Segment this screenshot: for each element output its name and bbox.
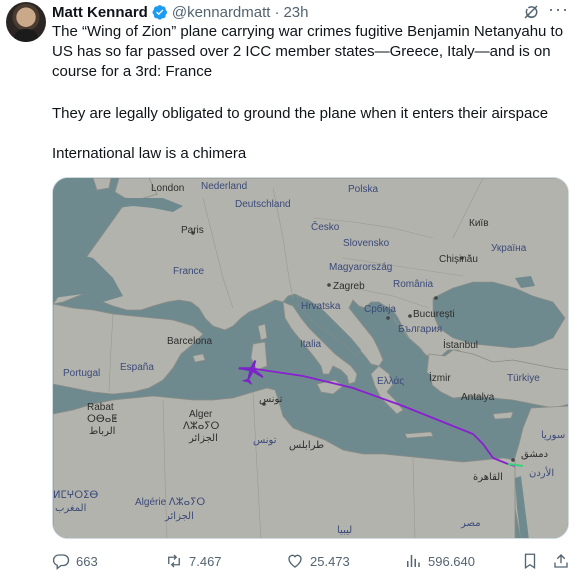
map-label-bulgaria: България	[398, 324, 442, 335]
like-count: 25.473	[310, 553, 350, 569]
map-label-kyiv: Київ	[469, 218, 489, 229]
map-label-alger: Alger	[189, 409, 213, 420]
map-label-romania: România	[393, 279, 433, 290]
separator-dot: ·	[274, 3, 280, 21]
tweet-actions: 663 7.467 25.473 596.640	[52, 550, 572, 572]
map-label-paris: Paris	[181, 225, 204, 236]
bookmark-button[interactable]	[521, 550, 539, 572]
map-label-bucuresti: București	[413, 309, 455, 320]
tweet-text-paragraph-3: International law is a chimera	[52, 145, 247, 162]
map-label-france: France	[173, 266, 205, 277]
map-label-alger-tif: ⴷⵣⴰⵢⵔ	[183, 421, 220, 432]
map-label-italia: Italia	[300, 339, 322, 350]
map-label-srbija: Србија	[364, 303, 396, 315]
map-label-rabat: Rabat	[87, 402, 114, 413]
map-label-chisinau: Chișinău	[439, 254, 478, 265]
tweet-header: Matt Kennard @kennardmatt · 23h	[52, 2, 308, 22]
tweet-text-paragraph-1: The “Wing of Zion” plane carrying war cr…	[52, 23, 564, 80]
views-count: 596.640	[428, 553, 475, 569]
author-handle[interactable]: @kennardmatt	[172, 4, 271, 21]
tweet: Matt Kennard @kennardmatt · 23h ··· The …	[0, 0, 582, 579]
retweet-count: 7.467	[189, 553, 222, 569]
map-label-espana: España	[120, 362, 154, 373]
reply-count: 663	[76, 553, 98, 569]
views-chart-icon	[407, 555, 420, 567]
flight-map: London Nederland Polska Deutschland Pari…	[53, 178, 568, 538]
verified-badge-icon	[152, 5, 167, 20]
map-label-antalya: Antalya	[461, 392, 495, 403]
map-label-morocco-ar: المغرب	[55, 503, 86, 514]
reply-button[interactable]: 663	[52, 550, 98, 572]
map-label-portugal: Portugal	[63, 368, 100, 379]
map-label-slovensko: Slovensko	[343, 238, 390, 249]
map-label-izmir: İzmir	[429, 371, 451, 384]
map-label-dimashq: دمشق	[521, 449, 548, 460]
share-button[interactable]	[552, 550, 570, 572]
map-label-rabat-tif: ⵔⴱⴰⵟ	[87, 414, 117, 425]
like-button[interactable]: 25.473	[286, 550, 350, 572]
map-label-libya: ليبيا	[337, 525, 352, 536]
map-label-nederland: Nederland	[201, 181, 247, 192]
map-label-ellas: Ελλάς	[377, 375, 404, 387]
map-label-tripoli: طرابلس	[289, 440, 324, 451]
retweet-button[interactable]: 7.467	[165, 550, 222, 572]
map-label-morocco-tif: ⵍⵎⵖⵔⵉⴱ	[53, 490, 98, 501]
map-label-misr: مصر	[460, 518, 481, 529]
more-options-icon[interactable]: ···	[548, 0, 570, 20]
timestamp[interactable]: 23h	[283, 4, 308, 21]
map-label-london: London	[151, 183, 184, 194]
map-label-barcelona: Barcelona	[167, 336, 212, 347]
map-label-polska: Polska	[348, 184, 378, 195]
avatar[interactable]	[6, 2, 46, 42]
map-label-qahira: القاهرة	[473, 472, 503, 483]
map-label-suriya: سوريا	[541, 430, 565, 441]
views-button[interactable]: 596.640	[404, 550, 475, 572]
flight-map-image[interactable]: London Nederland Polska Deutschland Pari…	[52, 177, 569, 539]
map-label-algerie-ar: الجزائر	[164, 511, 194, 522]
map-label-zagreb: Zagreb	[333, 281, 365, 292]
map-label-magyarorszag: Magyarország	[329, 262, 392, 273]
share-icon	[554, 554, 568, 568]
heart-icon	[288, 554, 302, 568]
map-label-hrvatska: Hrvatska	[301, 301, 341, 312]
tweet-text-paragraph-2: They are legally obligated to ground the…	[52, 105, 549, 122]
author-name[interactable]: Matt Kennard	[52, 4, 148, 21]
map-label-alger-ar: الجزائر	[188, 433, 218, 444]
map-label-ukraina: Україна	[491, 243, 527, 254]
grok-icon[interactable]	[522, 3, 540, 21]
map-label-deutschland: Deutschland	[235, 199, 291, 210]
map-label-algerie: Algérie ⴷⵣⴰⵢⵔ	[135, 497, 205, 508]
retweet-icon	[168, 554, 180, 568]
map-label-cesko: Česko	[311, 220, 340, 233]
reply-icon	[52, 554, 70, 570]
map-label-turkiye: Türkiye	[507, 373, 540, 384]
map-label-istanbul: İstanbul	[443, 338, 478, 351]
map-label-urdun: الأردن	[529, 466, 554, 479]
map-label-rabat-ar: الرباط	[89, 426, 115, 437]
map-label-tunis-country: تونس	[253, 435, 277, 446]
bookmark-icon	[524, 553, 536, 570]
map-label-tunis: تونس	[259, 394, 283, 405]
